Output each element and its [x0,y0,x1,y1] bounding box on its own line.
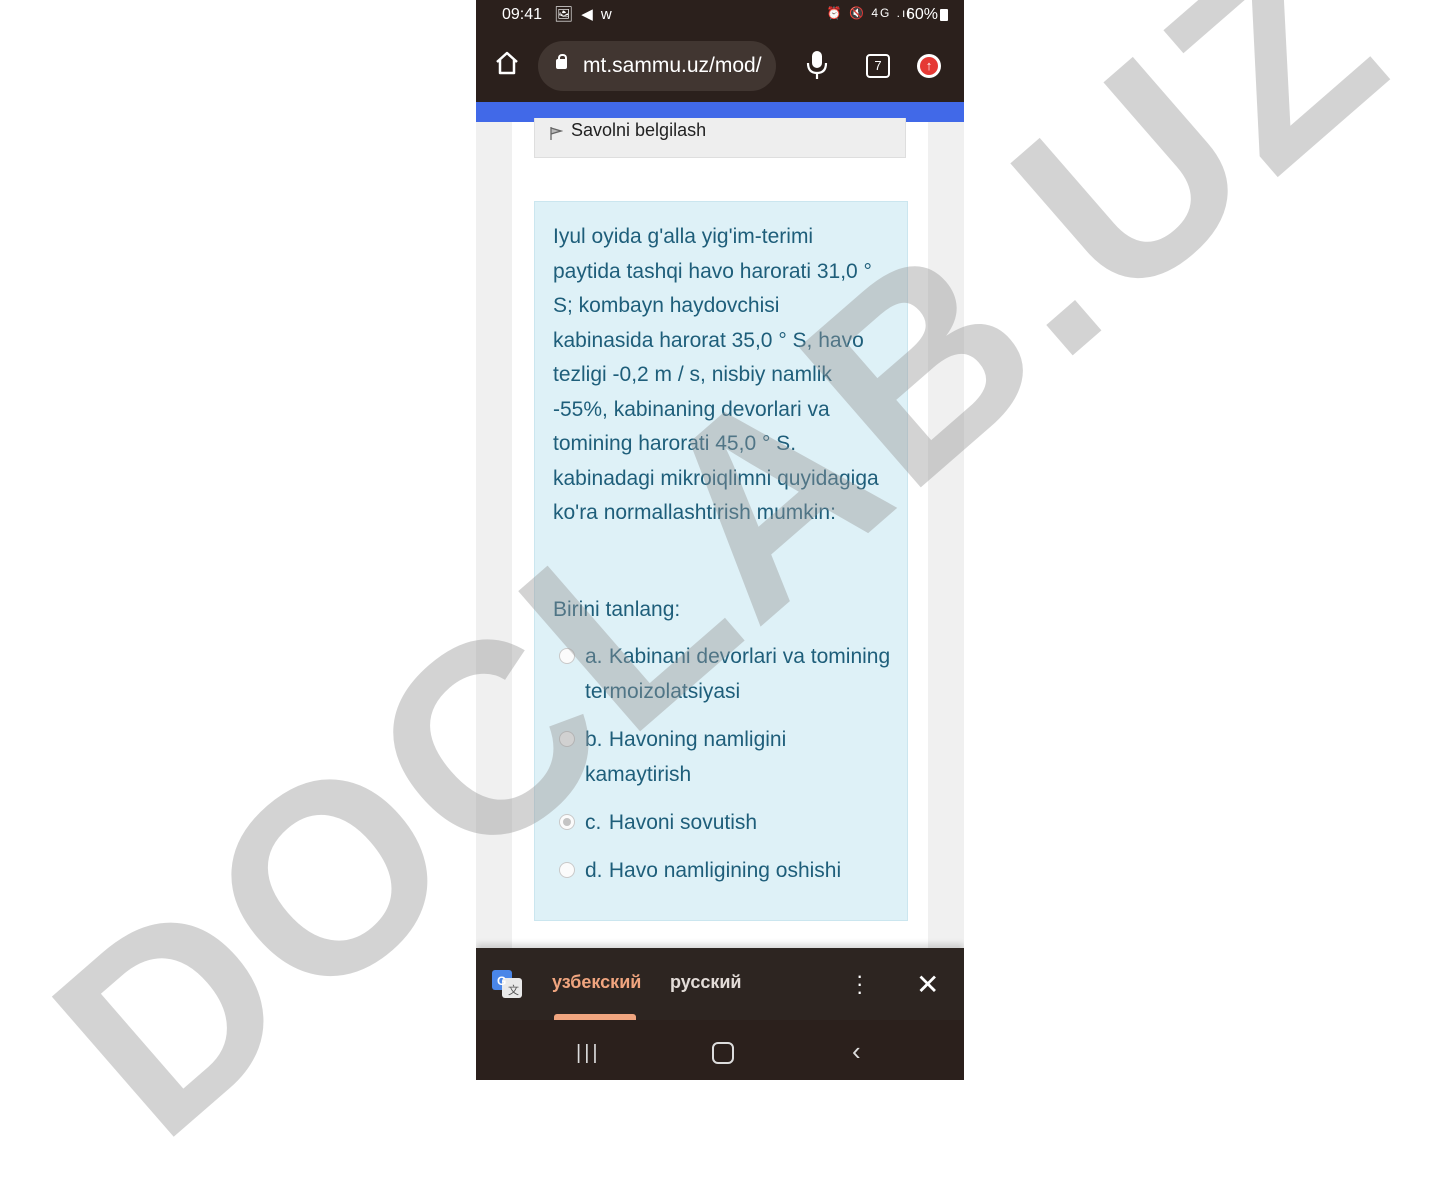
option-c-label: c. Havoni sovutish [585,811,758,834]
radio-option-d[interactable] [559,862,575,878]
svg-text:文: 文 [508,983,519,997]
more-options-icon[interactable]: · · · [856,965,863,1003]
phone-screen: 09:41 🖼 ◀ w ⏰ 🔇 4G .ıl 60% mt.sammu.uz/m… [476,0,964,1080]
svg-text:G: G [497,974,506,988]
translate-bar: G 文 узбекский русский · · · ✕ [476,948,964,1020]
radio-option-b[interactable] [559,731,575,747]
language-russian-tab[interactable]: русский [670,972,741,993]
option-a-label: a. Kabinani devorlari va tomining termoi… [585,645,891,703]
notification-icons: 🖼 ◀ w [554,6,614,23]
option-d-label: d. Havo namligining oshishi [585,859,842,882]
flag-question-label: Savolni belgilash [571,120,707,140]
flag-icon [550,127,563,140]
status-time: 09:41 [502,6,543,23]
question-text: Iyul oyida g'alla yig'im-terimi paytida … [553,225,879,524]
home-button-icon[interactable] [712,1042,734,1064]
language-uzbek-tab[interactable]: узбекский [552,972,641,993]
recent-apps-icon[interactable]: ||| [576,1042,601,1065]
radio-option-c[interactable] [559,814,575,830]
tab-switcher-button[interactable]: 7 [866,54,890,78]
question-box: Iyul oyida g'alla yig'im-terimi paytida … [534,201,908,921]
battery-level: 60% [905,6,938,23]
system-icons: ⏰ 🔇 4G .ıl [826,6,912,20]
status-bar: 09:41 🖼 ◀ w ⏰ 🔇 4G .ıl 60% [476,0,964,32]
url-text: mt.sammu.uz/mod/ [583,54,762,77]
option-b-label: b. Havoning namligini kamaytirish [585,728,787,786]
home-icon[interactable] [494,50,520,76]
page-content: Savolni belgilash Iyul oyida g'alla yig'… [512,118,928,950]
answer-prompt: Birini tanlang: [553,598,681,621]
back-icon[interactable]: ‹ [852,1036,861,1067]
browser-toolbar: mt.sammu.uz/mod/ 7 [476,32,964,102]
update-icon[interactable] [917,54,941,78]
battery-icon [940,9,948,21]
flag-question-button[interactable]: Savolni belgilash [534,118,906,158]
lock-icon [556,54,567,69]
system-nav-bar: ||| ‹ [476,1020,964,1080]
address-bar[interactable]: mt.sammu.uz/mod/ [538,41,776,91]
microphone-icon[interactable] [806,50,828,80]
radio-option-a[interactable] [559,648,575,664]
close-icon[interactable]: ✕ [916,968,939,1001]
google-translate-icon: G 文 [492,970,522,998]
